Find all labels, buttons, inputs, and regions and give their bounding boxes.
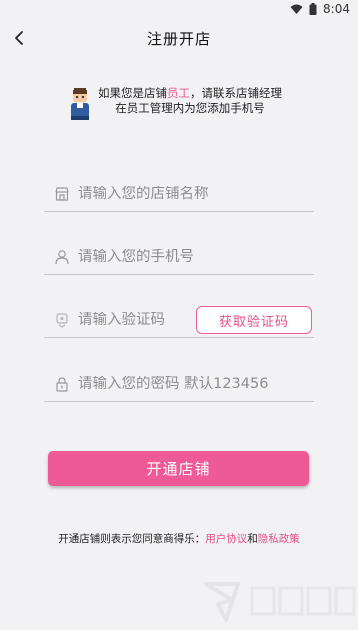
phone-input[interactable] [78,248,258,265]
get-code-button[interactable]: 获取验证码 [196,306,312,334]
password-field [44,366,314,402]
code-input[interactable] [78,311,188,328]
store-icon [55,186,69,201]
status-time: 8:04 [323,2,350,16]
verification-code-icon [56,312,68,328]
app-bar: 注册开店 [0,18,358,58]
store-name-field [44,176,314,212]
notice-line1-suffix: ，请联系店铺经理 [190,86,282,100]
notice-line1-prefix: 如果您是店铺 [98,86,167,100]
lock-icon [56,376,68,392]
open-store-button[interactable]: 开通店铺 [48,451,309,486]
notice-highlight-employee: 员工 [167,86,190,100]
wifi-icon [290,4,303,14]
agreement-and: 和 [247,533,258,545]
page-title: 注册开店 [146,29,211,48]
agreement-text: 开通店铺则表示您同意商得乐：用户协议和隐私政策 [0,531,358,546]
battery-icon [309,3,317,15]
status-bar: 8:04 [0,0,358,18]
privacy-policy-link[interactable]: 隐私政策 [258,533,300,545]
back-button[interactable] [4,23,34,53]
password-input[interactable] [78,375,298,392]
chevron-left-icon [15,31,23,45]
employee-notice: 如果您是店铺员工，请联系店铺经理 在员工管理内为您添加手机号 [68,86,282,120]
notice-line2: 在员工管理内为您添加手机号 [115,101,265,115]
user-icon [55,249,69,264]
agreement-prefix: 开通店铺则表示您同意商得乐： [58,533,206,545]
watermark-logo-icon [204,582,356,622]
user-agreement-link[interactable]: 用户协议 [205,533,247,545]
code-field: 获取验证码 [44,302,314,338]
phone-field [44,239,314,275]
store-name-input[interactable] [78,185,258,202]
staff-avatar-icon [71,88,89,120]
